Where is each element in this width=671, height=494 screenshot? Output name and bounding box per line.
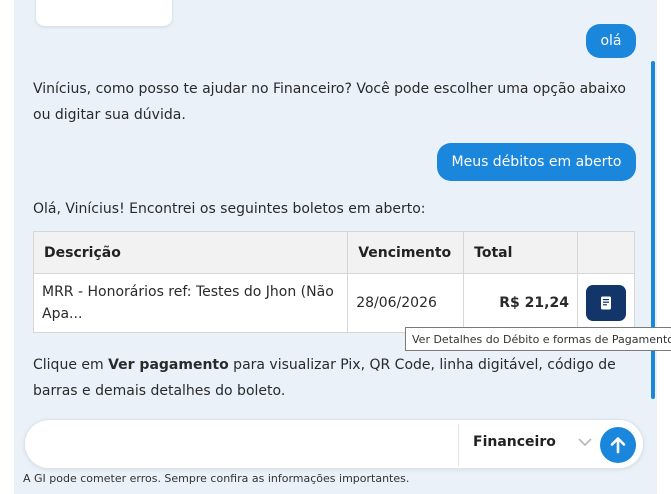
tooltip: Ver Detalhes do Débito e formas de Pagam… xyxy=(405,327,671,351)
department-label: Financeiro xyxy=(473,434,556,450)
user-message-text: olá xyxy=(600,33,622,49)
send-button[interactable] xyxy=(600,427,636,463)
column-header-descricao: Descrição xyxy=(32,231,349,274)
department-select[interactable]: Financeiro xyxy=(473,434,592,450)
document-icon xyxy=(600,296,611,310)
cell-total: R$ 21,24 xyxy=(463,273,578,333)
chat-input-bar: Financeiro xyxy=(24,419,644,469)
bot-message: Olá, Vinícius! Encontrei os seguintes bo… xyxy=(33,201,426,217)
table-row: MRR - Honorários ref: Testes do Jhon (Nã… xyxy=(32,273,636,333)
user-message: Meus débitos em aberto xyxy=(437,143,636,181)
bot-message: Clique em Ver pagamento para visualizar … xyxy=(33,352,633,404)
cell-action xyxy=(576,273,636,333)
column-header-total: Total xyxy=(463,231,578,274)
cell-vencimento: 28/06/2026 xyxy=(347,273,465,333)
arrow-up-icon xyxy=(610,437,626,454)
scrollbar-track xyxy=(657,0,671,494)
debts-table: Descrição Vencimento Total MRR - Honorár… xyxy=(32,231,636,333)
chat-input[interactable] xyxy=(39,428,459,462)
previous-message-card xyxy=(36,0,172,26)
column-header-vencimento: Vencimento xyxy=(347,231,465,274)
ver-pagamento-button[interactable] xyxy=(585,285,626,321)
divider xyxy=(458,424,459,466)
user-message-text: Meus débitos em aberto xyxy=(451,154,622,170)
column-header-action xyxy=(576,231,636,274)
disclaimer-text: A GI pode cometer erros. Sempre confira … xyxy=(23,472,410,485)
cell-descricao: MRR - Honorários ref: Testes do Jhon (Nã… xyxy=(32,273,349,333)
bot-message-text: Clique em xyxy=(33,357,109,373)
user-message: olá xyxy=(586,24,636,58)
table-header-row: Descrição Vencimento Total xyxy=(32,231,636,274)
chevron-down-icon xyxy=(578,437,592,447)
left-panel-edge xyxy=(0,0,14,494)
bot-message: Vinícius, como posso te ajudar no Financ… xyxy=(33,81,626,123)
bot-message-bold: Ver pagamento xyxy=(108,357,229,373)
